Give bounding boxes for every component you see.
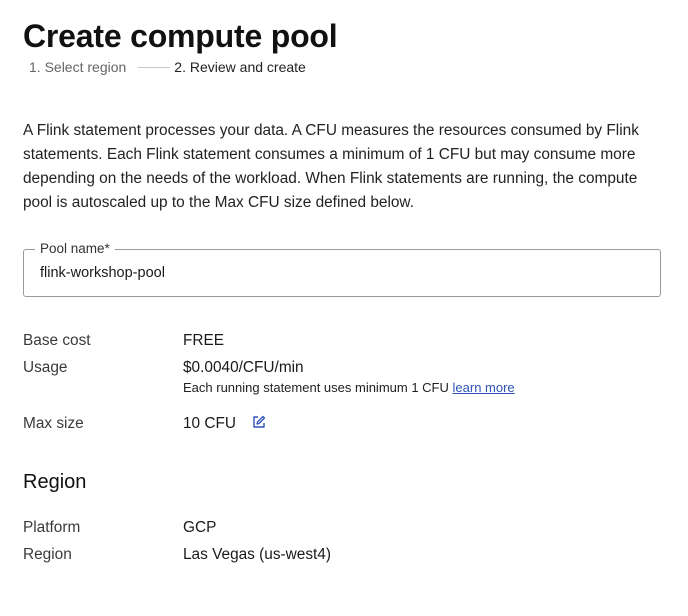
platform-value: GCP [183,519,217,536]
platform-label: Platform [23,519,81,536]
max-size-label: Max size [23,415,84,432]
pool-name-label: Pool name* [35,241,115,257]
step-review-and-create: 2. Review and create [174,59,306,75]
step-select-region[interactable]: 1. Select region [29,59,126,75]
usage-label: Usage [23,359,68,376]
max-size-value-group: 10 CFU [183,414,266,434]
base-cost-value: FREE [183,332,225,349]
usage-note-text: Each running statement uses minimum 1 CF… [183,380,449,395]
pool-name-field[interactable]: Pool name* [23,241,661,297]
usage-value: $0.0040/CFU/min [183,359,304,376]
pool-name-input[interactable] [40,263,620,283]
learn-more-link[interactable]: learn more [453,380,515,395]
page-title: Create compute pool [23,18,338,54]
region-section-heading: Region [23,471,87,493]
stepper-divider [138,66,171,68]
usage-note: Each running statement uses minimum 1 CF… [183,379,515,396]
region-value: Las Vegas (us-west4) [183,546,331,563]
max-size-value: 10 CFU [183,415,237,432]
base-cost-label: Base cost [23,332,91,349]
edit-icon[interactable] [252,415,266,429]
stepper: 1. Select region 2. Review and create [29,57,306,77]
pool-description: A Flink statement processes your data. A… [23,122,639,211]
region-label: Region [23,546,72,563]
